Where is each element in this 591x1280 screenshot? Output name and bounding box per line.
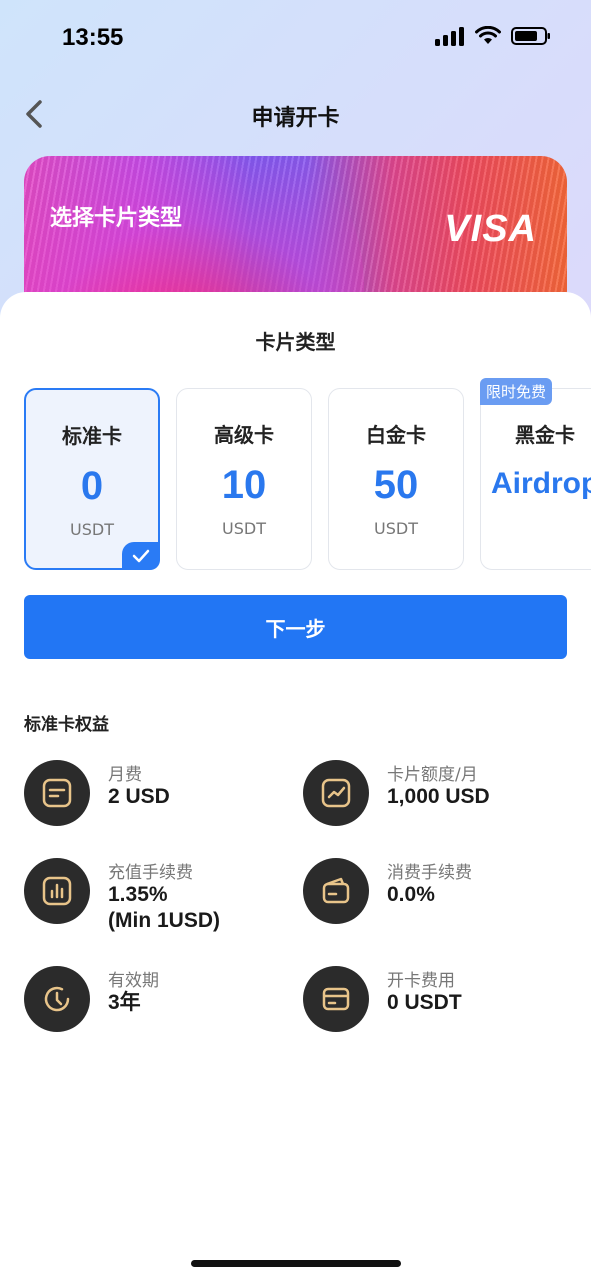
benefit-topup-fee: 充值手续费 1.35% (Min 1USD) [24, 858, 284, 948]
tier-card-standard[interactable]: 标准卡 0 USDT [24, 388, 160, 570]
benefit-icon [303, 858, 369, 924]
benefit-validity: 有效期 3年 [24, 966, 284, 1056]
benefit-value: 0.0% [387, 883, 435, 906]
page-title: 申请开卡 [251, 106, 340, 131]
benefit-label: 开卡费用 [387, 971, 455, 991]
benefit-icon [24, 966, 90, 1032]
benefit-issue-fee: 开卡费用 0 USDT [303, 966, 563, 1056]
tier-price: 50 [373, 463, 419, 507]
trend-chart-icon [321, 778, 351, 808]
bar-chart-icon [42, 876, 72, 906]
benefit-label: 充值手续费 [108, 863, 193, 883]
tier-price: Airdrop [491, 467, 591, 500]
signal-icon [435, 27, 464, 46]
tier-unit: USDT [70, 520, 114, 539]
selected-check [122, 542, 160, 570]
benefit-value: 1,000 USD [387, 785, 490, 808]
benefit-label: 卡片额度/月 [387, 765, 478, 785]
tier-unit: USDT [222, 519, 266, 538]
benefit-label: 月费 [108, 765, 142, 785]
clock-icon [44, 986, 70, 1012]
tier-card-advanced[interactable]: 高级卡 10 USDT [176, 388, 312, 570]
benefit-value: 3年 [108, 991, 141, 1014]
benefit-spend-fee: 消费手续费 0.0% [303, 858, 563, 948]
wifi-icon [475, 26, 501, 44]
tier-name: 白金卡 [366, 423, 426, 447]
tier-unit: USDT [374, 519, 418, 538]
tier-name: 标准卡 [62, 424, 122, 448]
status-bar: 13:55 [0, 0, 591, 80]
benefit-monthly-fee: 月费 2 USD [24, 760, 284, 850]
status-icons [435, 26, 551, 46]
tier-price: 10 [221, 463, 267, 507]
visa-logo: VISA [444, 208, 537, 250]
benefit-icon [24, 858, 90, 924]
battery-icon [511, 27, 550, 45]
benefit-value: 1.35% (Min 1USD) [108, 883, 220, 932]
home-indicator[interactable] [191, 1260, 401, 1267]
status-time: 13:55 [62, 24, 124, 51]
nav-bar: 申请开卡 [0, 88, 591, 140]
card-type-sheet: 卡片类型 标准卡 0 USDT 高级卡 10 USDT 白金卡 50 USDT … [0, 292, 591, 1280]
card-icon [322, 987, 350, 1011]
benefit-icon [24, 760, 90, 826]
check-icon [132, 549, 150, 563]
benefit-card-limit: 卡片额度/月 1,000 USD [303, 760, 563, 850]
free-badge: 限时免费 [480, 378, 553, 405]
tier-card-platinum[interactable]: 白金卡 50 USDT [328, 388, 464, 570]
benefit-icon [303, 966, 369, 1032]
benefit-value: 2 USD [108, 785, 170, 808]
tier-name: 高级卡 [214, 423, 274, 447]
benefit-icon [303, 760, 369, 826]
note-icon [42, 778, 72, 808]
benefit-label: 有效期 [108, 971, 159, 991]
tier-card-black[interactable]: 黑金卡 Airdrop [480, 388, 591, 570]
card-type-title: 卡片类型 [255, 330, 336, 354]
tier-price: 0 [80, 464, 104, 508]
wallet-icon [322, 877, 350, 904]
benefit-value: 0 USDT [387, 991, 462, 1014]
benefit-label: 消费手续费 [387, 863, 472, 883]
tier-name: 黑金卡 [515, 423, 575, 447]
banner-title: 选择卡片类型 [50, 206, 183, 231]
next-button[interactable]: 下一步 [24, 595, 567, 659]
benefits-title: 标准卡权益 [24, 715, 109, 735]
